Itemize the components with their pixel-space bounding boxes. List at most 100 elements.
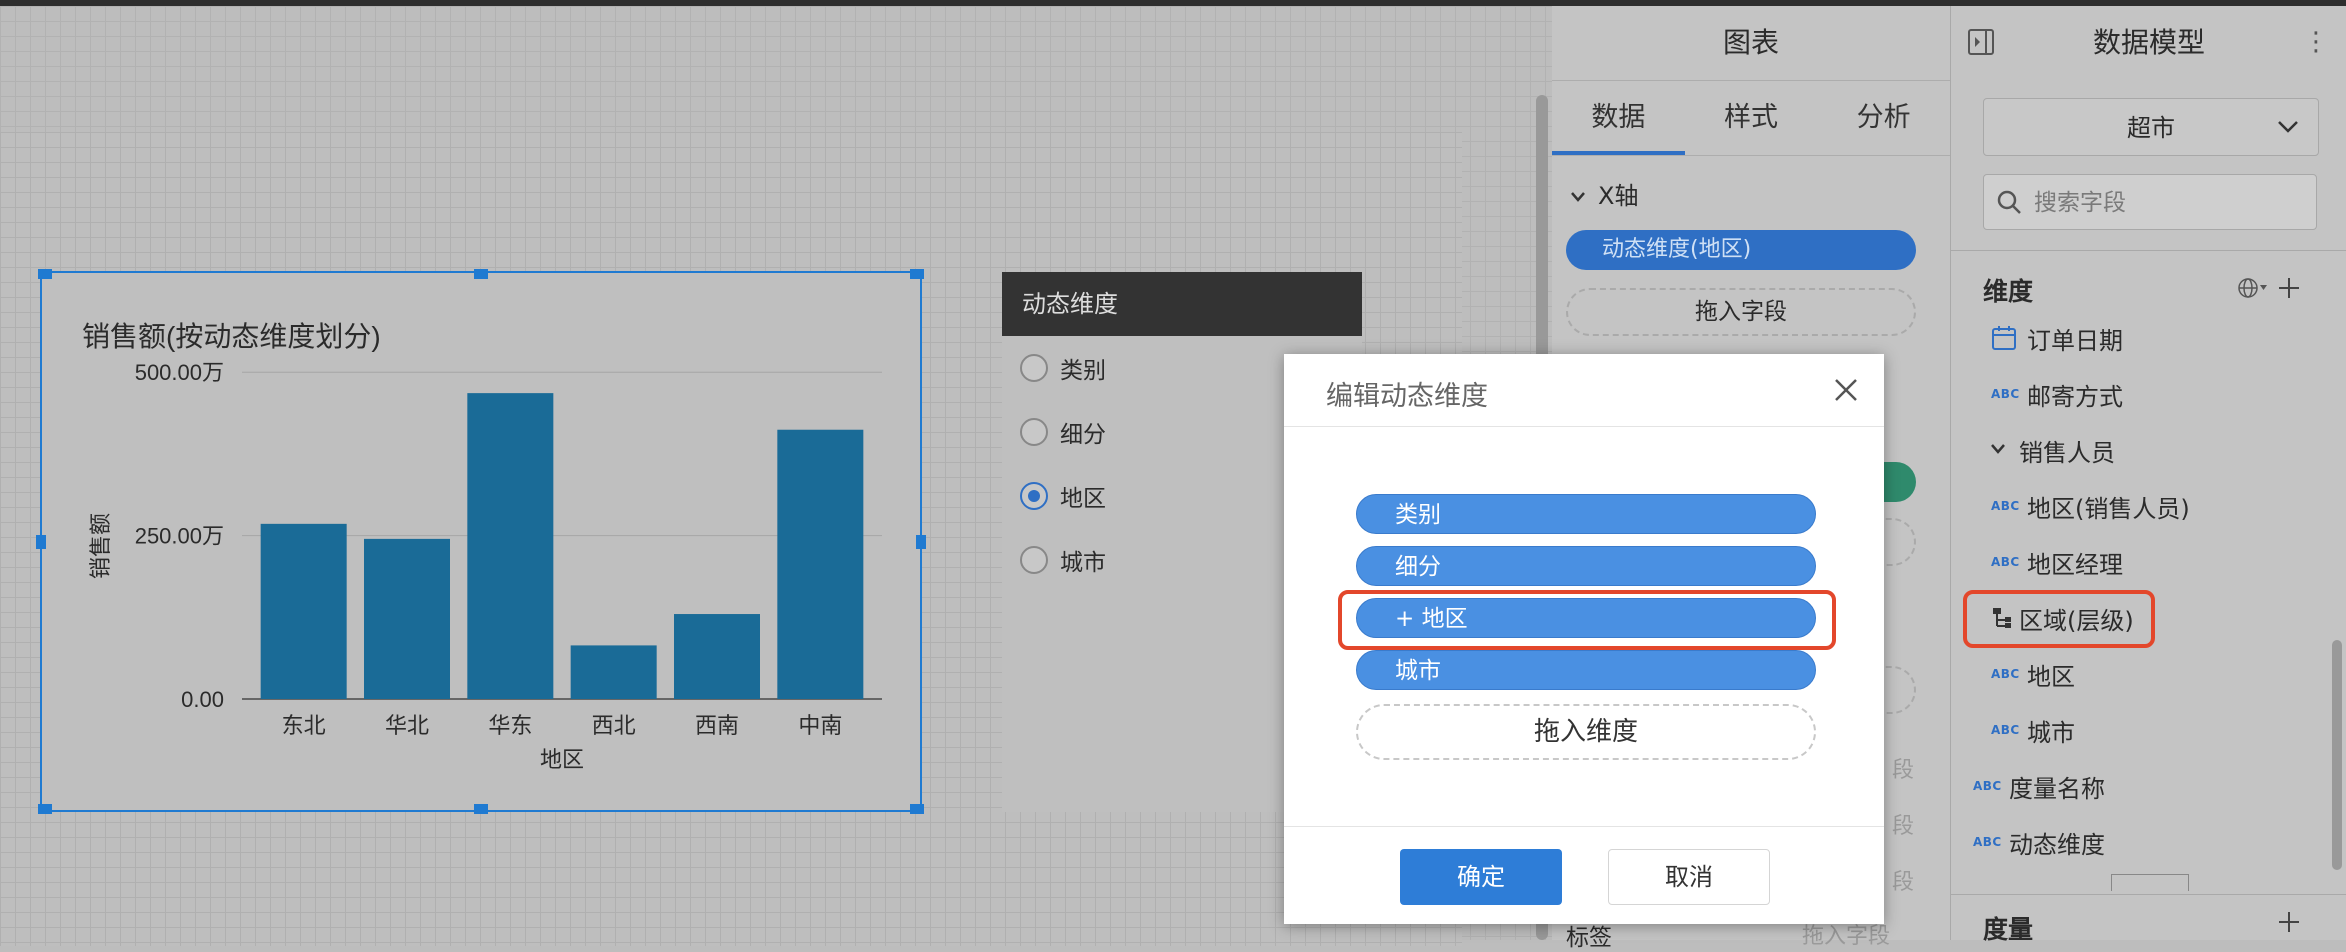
resize-handle-top-left[interactable] — [38, 269, 52, 279]
x-tick-label: 西北 — [592, 714, 636, 739]
string-type-icon: ABC — [1973, 779, 2002, 793]
field-label: 度量名称 — [2009, 774, 2105, 803]
field-item[interactable]: ABC 地区经理 — [1991, 542, 2123, 582]
x-axis-section[interactable]: X轴 — [1552, 156, 1950, 211]
dimension-item-category[interactable]: 类别 — [1356, 494, 1816, 534]
bar — [777, 429, 864, 699]
tab-data[interactable]: 数据 — [1552, 81, 1685, 155]
field-item[interactable]: 订单日期 — [1991, 318, 2123, 358]
resize-handle-bottom-right[interactable] — [910, 804, 924, 814]
bar — [364, 538, 450, 699]
divider — [1951, 250, 2346, 251]
bar — [674, 614, 760, 699]
field-label: 邮寄方式 — [2027, 382, 2123, 411]
chart-widget[interactable]: 销售额(按动态维度划分) 0.00 250.00万 500.00万 东北 华北 华东 西北西… — [36, 269, 926, 814]
cancel-button[interactable]: 取消 — [1608, 849, 1770, 905]
radio-label: 地区 — [1060, 486, 1106, 512]
radio-button[interactable] — [1020, 354, 1048, 382]
dataset-select[interactable]: 超市 — [1983, 98, 2319, 156]
string-type-icon: ABC — [1991, 499, 2020, 513]
drop-zone-hint-3: 段 — [1892, 870, 1915, 895]
x-axis-field-pill[interactable]: 动态维度(地区) — [1566, 230, 1916, 270]
tab-style[interactable]: 样式 — [1685, 81, 1818, 155]
field-search[interactable] — [1983, 174, 2317, 230]
dimension-item-segment[interactable]: 细分 — [1356, 546, 1816, 586]
string-type-icon: ABC — [1973, 835, 2002, 849]
x-tick-label: 中南 — [798, 714, 842, 739]
dialog-header: 编辑动态维度 — [1284, 354, 1884, 427]
field-list-scrollbar[interactable] — [2332, 640, 2342, 870]
dimension-drop-zone[interactable]: 拖入维度 — [1356, 704, 1816, 760]
drop-zone-hint-1: 段 — [1892, 758, 1915, 783]
radio-button[interactable] — [1020, 418, 1048, 446]
dataset-value: 超市 — [2127, 114, 2175, 142]
measures-header: 度量 — [1983, 915, 2034, 944]
field-label: 销售人员 — [2019, 438, 2115, 467]
globe-dropdown-icon[interactable] — [2237, 276, 2267, 300]
list-footer-handle — [2111, 874, 2189, 891]
field-item[interactable]: ABC 度量名称 — [1973, 766, 2105, 806]
data-model-title: 数据模型 — [2092, 26, 2205, 59]
data-model-header: 数据模型 ⋮ — [1951, 6, 2346, 80]
drop-zone-hint-2: 段 — [1892, 814, 1915, 839]
chart-panel-title: 图表 — [1552, 6, 1950, 81]
field-item[interactable]: ABC 邮寄方式 — [1991, 374, 2123, 414]
data-model-panel: 数据模型 ⋮ 超市 维度 订单日期ABC邮寄方式销售人员ABC地区(销售人员)A… — [1950, 6, 2346, 944]
search-icon — [1997, 190, 2021, 214]
highlight-region-item — [1338, 590, 1836, 650]
tab-analysis[interactable]: 分析 — [1817, 81, 1950, 155]
calendar-icon — [1992, 326, 2016, 350]
resize-handle-bottom-left[interactable] — [38, 804, 52, 814]
dimension-item-city[interactable]: 城市 — [1356, 650, 1816, 690]
resize-handle-left[interactable] — [36, 535, 46, 549]
field-item[interactable]: ABC 动态维度 — [1973, 822, 2105, 862]
resize-handle-bottom[interactable] — [474, 804, 488, 814]
x-tick-label: 西南 — [695, 714, 739, 739]
bar-chart: 0.00 250.00万 500.00万东北 华北 华东 西北 西南 中南地区 销售额 — [89, 360, 882, 773]
divider — [1951, 894, 2346, 895]
y-axis-title: 销售额 — [89, 513, 114, 579]
more-vertical-icon[interactable]: ⋮ — [2303, 28, 2329, 56]
resize-handle-top[interactable] — [474, 269, 488, 279]
field-item[interactable]: ABC 城市 — [1991, 710, 2075, 750]
field-label: 地区 — [2027, 662, 2075, 691]
string-type-icon: ABC — [1991, 555, 2020, 569]
search-input[interactable] — [2032, 183, 2306, 223]
x-axis-label: X轴 — [1598, 182, 1639, 210]
filter-header: 动态维度 — [1002, 272, 1362, 336]
field-label: 地区(销售人员) — [2027, 494, 2190, 523]
resize-handle-right[interactable] — [916, 535, 926, 549]
bar — [260, 523, 347, 699]
chart-panel-tabs: 数据 样式 分析 — [1552, 81, 1950, 156]
chevron-down-icon — [1571, 192, 1585, 202]
field-item[interactable]: 销售人员 — [1989, 430, 2115, 470]
chevron-down-icon — [1991, 444, 2005, 454]
dialog-footer: 确定 取消 — [1284, 826, 1884, 925]
bar — [467, 393, 554, 699]
x-axis-title: 地区 — [540, 748, 584, 773]
string-type-icon: ABC — [1991, 723, 2020, 737]
dialog-title: 编辑动态维度 — [1326, 381, 1488, 412]
radio-button[interactable] — [1020, 546, 1048, 574]
add-measure-icon[interactable] — [2277, 910, 2301, 934]
x-axis-drop-zone[interactable]: 拖入字段 — [1566, 288, 1916, 336]
x-tick-label: 华北 — [385, 714, 429, 739]
y-tick-label: 250.00万 — [135, 524, 224, 549]
string-type-icon: ABC — [1991, 667, 2020, 681]
close-icon[interactable] — [1832, 376, 1860, 404]
panel-toggle-icon[interactable] — [1967, 28, 1995, 56]
radio-label: 类别 — [1060, 358, 1106, 384]
field-label: 地区经理 — [2027, 550, 2123, 579]
radio-label: 城市 — [1060, 550, 1106, 576]
confirm-button[interactable]: 确定 — [1400, 849, 1562, 905]
radio-label: 细分 — [1060, 422, 1106, 448]
radio-button[interactable] — [1020, 482, 1048, 510]
add-dimension-icon[interactable] — [2277, 276, 2301, 300]
y-tick-label: 500.00万 — [135, 360, 224, 385]
field-label: 城市 — [2027, 718, 2075, 747]
resize-handle-top-right[interactable] — [910, 269, 924, 279]
field-item[interactable]: ABC 地区(销售人员) — [1991, 486, 2190, 526]
field-item[interactable]: ABC 地区 — [1991, 654, 2075, 694]
y-tick-label: 0.00 — [181, 687, 224, 712]
string-type-icon: ABC — [1991, 387, 2020, 401]
